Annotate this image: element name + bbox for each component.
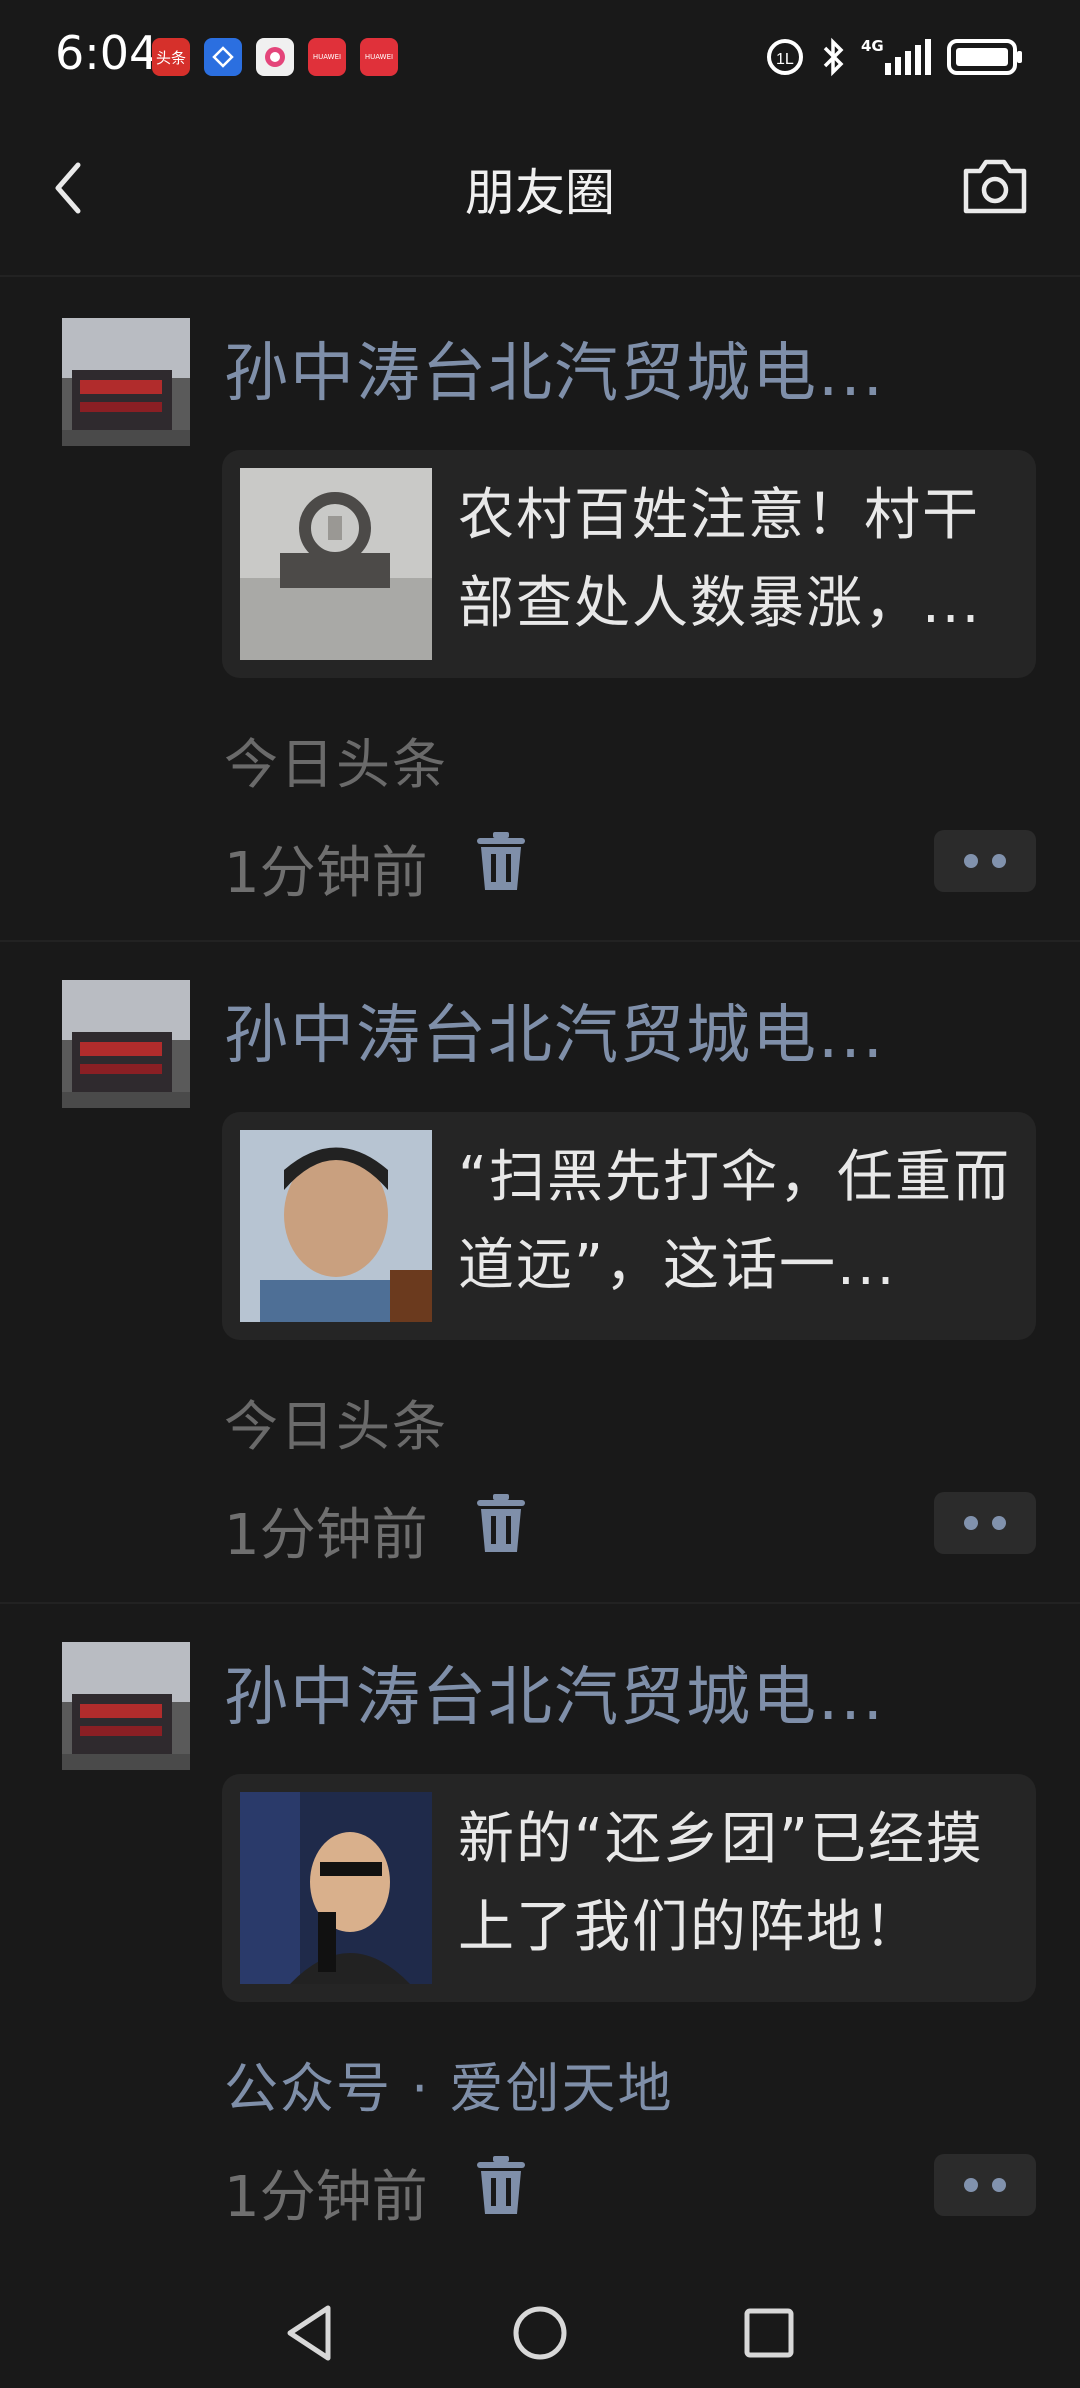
toutiao-notification-icon: 头条 bbox=[152, 38, 190, 76]
battery-icon bbox=[947, 39, 1022, 75]
dot-icon bbox=[992, 1516, 1006, 1530]
recents-square-icon bbox=[744, 2308, 794, 2358]
camera-app-notification-icon bbox=[256, 38, 294, 76]
status-time: 6:04 bbox=[55, 26, 159, 80]
post-source: 今日头条 bbox=[224, 733, 448, 796]
article-title: 新的“还乡团”已经摸上了我们的阵地！ bbox=[458, 1807, 985, 1960]
home-circle-icon bbox=[513, 2306, 567, 2360]
app-notification-icon bbox=[204, 38, 242, 76]
page-title: 朋友圈 bbox=[465, 164, 615, 222]
nav-home-button[interactable] bbox=[505, 2298, 575, 2368]
more-actions-button[interactable] bbox=[934, 2154, 1036, 2216]
dot-icon bbox=[964, 2178, 978, 2192]
post-time: 1分钟前 bbox=[224, 841, 428, 906]
post-author-name[interactable]: 孙中涛台北汽贸城电... bbox=[224, 1646, 984, 1738]
huawei-notification-icon: HUAWEI bbox=[360, 38, 398, 76]
post-author-name[interactable]: 孙中涛台北汽贸城电... bbox=[224, 322, 984, 414]
post-author-name[interactable]: 孙中涛台北汽贸城电... bbox=[224, 984, 984, 1076]
camera-icon bbox=[963, 159, 1027, 214]
delete-button[interactable] bbox=[475, 832, 527, 892]
system-icons: 1L 4G bbox=[765, 32, 1025, 82]
delete-button[interactable] bbox=[475, 2156, 527, 2216]
camera-button[interactable] bbox=[960, 155, 1030, 217]
dot-icon bbox=[992, 2178, 1006, 2192]
article-title: “扫黑先打伞，任重而道远”，这话一... bbox=[458, 1145, 1012, 1298]
avatar[interactable] bbox=[62, 318, 190, 446]
app-header: 朋友圈 bbox=[0, 115, 1080, 260]
post-source-link[interactable]: 公众号 · 爱创天地 bbox=[224, 2044, 674, 2123]
trash-icon bbox=[477, 1494, 525, 1552]
header-divider bbox=[0, 275, 1080, 277]
post-divider bbox=[0, 1602, 1080, 1604]
post-time: 1分钟前 bbox=[224, 1503, 428, 1568]
dot-icon bbox=[992, 854, 1006, 868]
dot-icon bbox=[964, 1516, 978, 1530]
dot-icon bbox=[964, 854, 978, 868]
nav-back-button[interactable] bbox=[276, 2298, 346, 2368]
avatar[interactable] bbox=[62, 980, 190, 1108]
status-bar: 6:04 头条 HUAWEI HUAWEI 1L 4G bbox=[0, 0, 1080, 115]
article-thumbnail bbox=[240, 1792, 432, 1984]
shared-article-card[interactable]: “扫黑先打伞，任重而道远”，这话一... bbox=[222, 1112, 1036, 1340]
article-thumbnail bbox=[240, 468, 432, 660]
post-source: 今日头条 bbox=[224, 1395, 448, 1458]
shared-article-card[interactable]: 新的“还乡团”已经摸上了我们的阵地！ bbox=[222, 1774, 1036, 2002]
article-title: 农村百姓注意！村干部查处人数暴涨，... bbox=[458, 483, 982, 636]
system-nav-bar bbox=[0, 2268, 1080, 2388]
shared-article-card[interactable]: 农村百姓注意！村干部查处人数暴涨，... bbox=[222, 450, 1036, 678]
article-thumbnail bbox=[240, 1130, 432, 1322]
hd-call-icon: 1L bbox=[767, 39, 803, 75]
trash-icon bbox=[477, 2156, 525, 2214]
post-divider bbox=[0, 940, 1080, 942]
bluetooth-icon bbox=[823, 37, 844, 77]
nav-recents-button[interactable] bbox=[734, 2298, 804, 2368]
more-actions-button[interactable] bbox=[934, 1492, 1036, 1554]
svg-text:1L: 1L bbox=[776, 51, 794, 68]
trash-icon bbox=[477, 832, 525, 890]
avatar[interactable] bbox=[62, 1642, 190, 1770]
more-actions-button[interactable] bbox=[934, 830, 1036, 892]
delete-button[interactable] bbox=[475, 1494, 527, 1554]
signal-icon: 4G bbox=[861, 37, 933, 77]
huawei-notification-icon: HUAWEI bbox=[308, 38, 346, 76]
post-time: 1分钟前 bbox=[224, 2165, 428, 2230]
back-triangle-icon bbox=[287, 2305, 331, 2361]
